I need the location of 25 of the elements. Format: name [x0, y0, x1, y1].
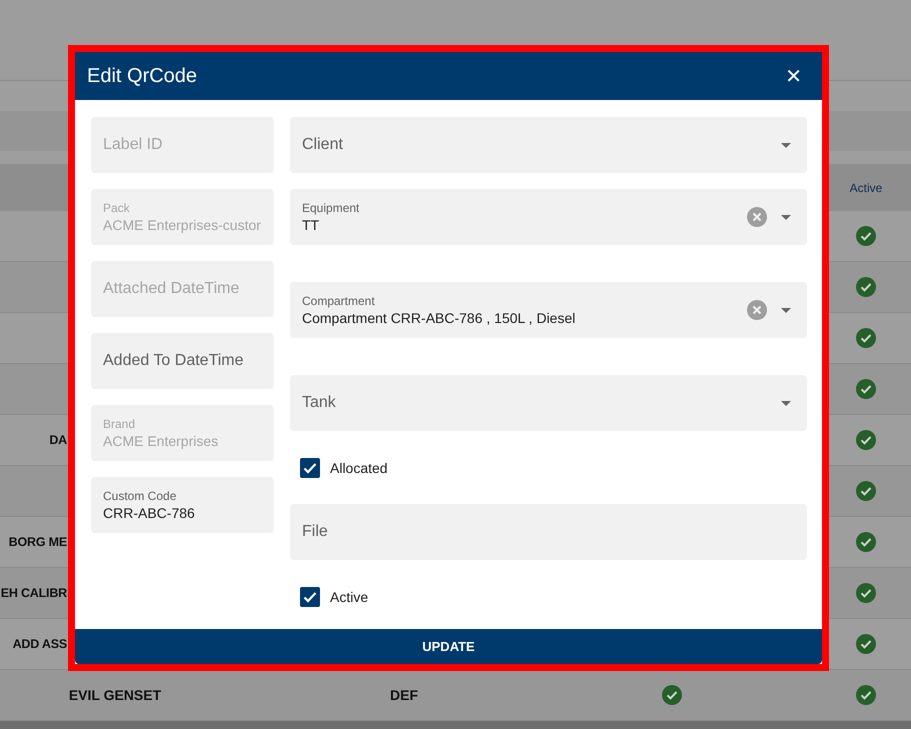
checkbox-label[interactable]: Active: [330, 588, 368, 604]
close-button[interactable]: ✕: [785, 64, 802, 88]
table-cell: ADD ASS: [12, 637, 67, 651]
input-field[interactable]: File: [290, 504, 807, 560]
column-header[interactable]: Active: [850, 180, 882, 194]
dropdown-caret-icon[interactable]: [781, 142, 791, 148]
dropdown-caret-icon[interactable]: [781, 400, 791, 406]
checkbox-label[interactable]: Allocated: [330, 460, 388, 476]
input-field[interactable]: Added To DateTime: [91, 333, 274, 389]
input-field[interactable]: Custom Code CRR-ABC-786: [91, 477, 274, 533]
dropdown-caret-icon[interactable]: [781, 308, 791, 312]
select-field[interactable]: Equipment TT: [290, 189, 807, 245]
table-cell: EH CALIBR: [0, 586, 67, 600]
table-cell: DEF: [390, 687, 418, 703]
dialog-title: Edit QrCode: [87, 64, 198, 88]
select-field[interactable]: Client: [290, 117, 807, 173]
checkbox[interactable]: [300, 458, 320, 478]
table-cell: EVIL GENSET: [68, 687, 162, 703]
table-cell: DA: [49, 433, 67, 447]
dropdown-caret-icon[interactable]: [781, 214, 791, 220]
update-button[interactable]: UPDATE: [75, 629, 822, 664]
table-cell: BORG ME: [8, 535, 67, 549]
select-field[interactable]: Tank: [290, 375, 807, 431]
checkbox[interactable]: [300, 586, 320, 606]
select-field[interactable]: Compartment Compartment CRR-ABC-786 , 150L , Diesel: [290, 282, 807, 338]
